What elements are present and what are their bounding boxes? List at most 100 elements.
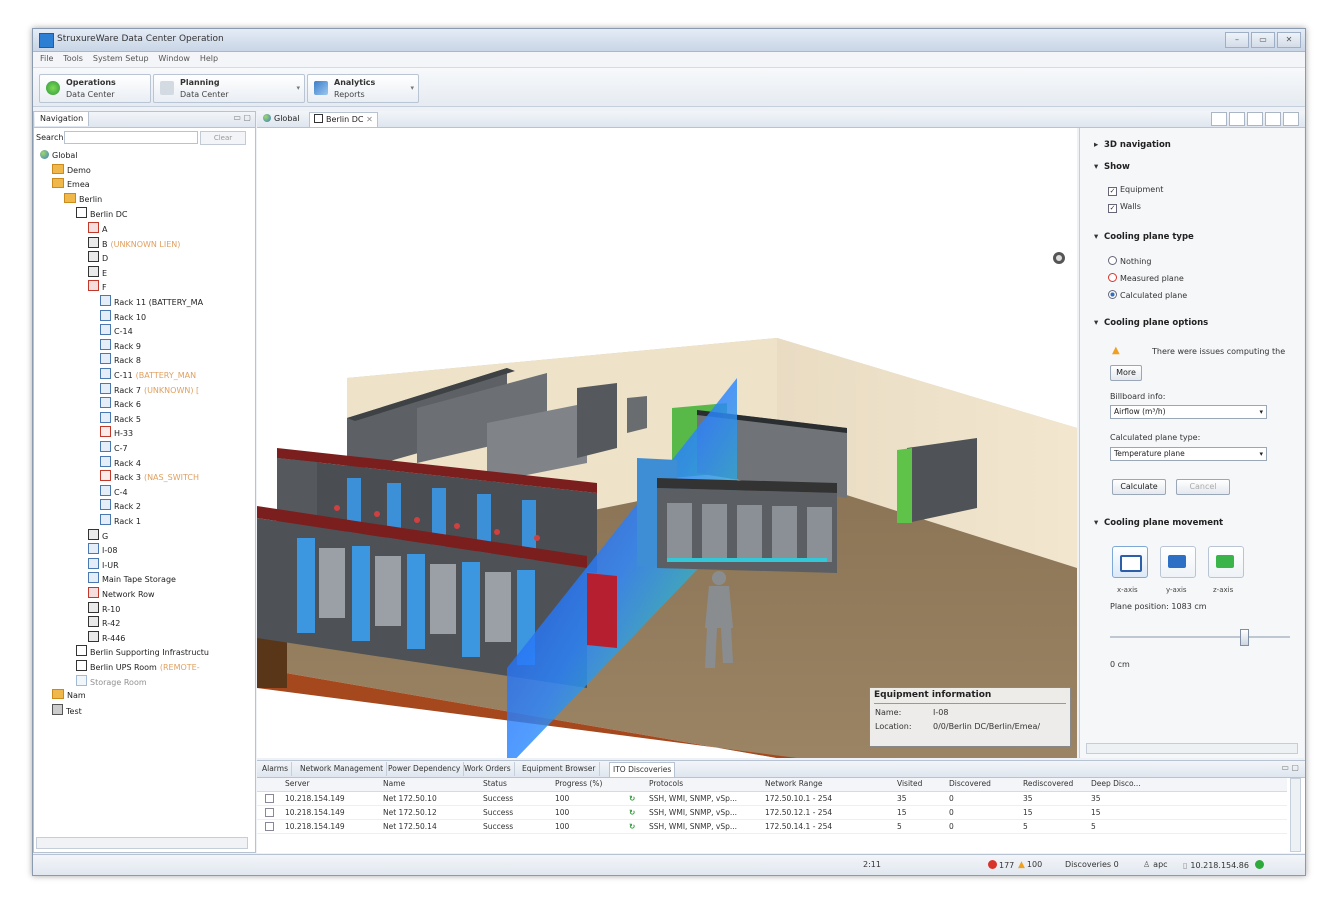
column-header[interactable]: Network Range [765,779,822,788]
tree-item[interactable]: E [88,265,107,279]
tree-item[interactable]: Rack 1 [100,514,141,527]
tree-item[interactable]: Berlin Supporting Infrastructu [76,645,209,658]
plane-position-slider[interactable] [1110,636,1290,638]
tree-item[interactable]: Test [52,703,82,717]
column-header[interactable]: Rediscovered [1023,779,1073,788]
refresh-icon[interactable]: ↻ [629,794,635,803]
tree-item[interactable]: D [88,251,108,264]
horizontal-scrollbar[interactable] [1086,743,1298,754]
calculate-button[interactable]: Calculate [1112,479,1166,495]
tree-item[interactable]: G [88,528,108,542]
checkbox-equipment[interactable]: ✓ Equipment [1108,185,1163,196]
tree-item[interactable]: Berlin UPS Room (REMOTE- [76,660,200,673]
section-show[interactable]: ▾ Show [1094,162,1130,172]
x-axis-button[interactable] [1112,546,1148,578]
radio-nothing[interactable]: Nothing [1108,256,1151,266]
tree-item[interactable]: Rack 9 [100,338,141,352]
column-header[interactable]: Name [383,779,405,788]
tree-item[interactable]: Storage Room [76,674,147,688]
bottom-tab[interactable]: Network Management [297,762,388,776]
column-header[interactable]: Server [285,779,310,788]
table-row[interactable]: 10.218.154.149 Net 172.50.12 Success 100 ↻ SS… [257,806,1287,820]
bottom-tab[interactable]: Power Dependency [385,762,465,776]
toolbar-list-icon[interactable] [1247,112,1263,126]
view-controls-icon[interactable]: ▭ ▢ [233,113,251,122]
table-row[interactable]: 10.218.154.149 Net 172.50.14 Success 100 ↻ SS… [257,820,1287,834]
tree-item[interactable]: F [88,280,107,293]
perspective-planning[interactable]: Planning Data Center ▾ [153,74,305,103]
horizontal-scrollbar[interactable] [36,837,248,849]
checkbox-walls[interactable]: ✓ Walls [1108,202,1141,213]
menu-tools[interactable]: Tools [63,54,83,63]
bottom-tab[interactable]: ITO Discoveries [609,762,676,777]
tab-global[interactable]: Global [259,112,304,126]
tree-item[interactable]: Berlin [64,192,102,206]
tree-item[interactable]: R-446 [88,630,125,644]
toolbar-min-icon[interactable] [1283,112,1299,126]
more-button[interactable]: More [1110,365,1142,381]
column-header[interactable]: Status [483,779,507,788]
tab-navigation[interactable]: Navigation [35,112,90,126]
column-header[interactable]: Protocols [649,779,683,788]
column-header[interactable]: Discovered [949,779,991,788]
menu-system-setup[interactable]: System Setup [93,54,149,63]
tree-item[interactable]: R-10 [88,601,120,615]
panel-controls-icon[interactable]: ▭ ▢ [1281,763,1299,772]
tree-item[interactable]: Nam [52,689,86,702]
tree-item[interactable]: Rack 5 [100,411,141,425]
tree-item[interactable]: Rack 3 (NAS_SWITCH [100,470,199,483]
discoveries-status[interactable]: Discoveries 0 [1065,860,1119,869]
close-icon[interactable]: ✕ [366,115,373,124]
clear-button[interactable]: Clear [200,131,246,145]
chevron-down-icon[interactable]: ▾ [410,84,414,92]
cancel-button[interactable]: Cancel [1176,479,1230,495]
alarm-errors[interactable]: 177 [988,860,1014,870]
tree-item[interactable]: C-4 [100,484,128,498]
maximize-button[interactable]: ▭ [1251,32,1275,48]
3d-view[interactable]: Equipment information Name: I-08 Locatio… [257,128,1077,758]
billboard-select[interactable]: Airflow (m³/h) ▾ [1110,405,1267,419]
section-cooling-plane-movement[interactable]: ▾ Cooling plane movement [1094,518,1223,528]
tree-item[interactable]: Rack 11 (BATTERY_MA [100,295,203,308]
search-input[interactable] [64,131,198,144]
tab-berlin-dc[interactable]: Berlin DC ✕ [309,112,378,127]
minimize-button[interactable]: – [1225,32,1249,48]
tree-item[interactable]: Rack 4 [100,455,141,469]
refresh-icon[interactable]: ↻ [629,808,635,817]
tree-item[interactable]: Emea [52,178,90,191]
section-3d-navigation[interactable]: ▸ 3D navigation [1094,140,1171,150]
tree-item[interactable]: I-UR [88,557,119,571]
section-cooling-plane-options[interactable]: ▾ Cooling plane options [1094,318,1208,328]
bottom-tab[interactable]: Alarms [259,762,292,776]
refresh-icon[interactable]: ↻ [629,822,635,831]
tree-item[interactable]: Main Tape Storage [88,572,176,585]
perspective-operations[interactable]: Operations Data Center [39,74,151,103]
tree-item[interactable]: Berlin DC [76,207,128,220]
column-header[interactable]: Visited [897,779,922,788]
tree-item[interactable]: Global [40,149,78,162]
section-cooling-plane-type[interactable]: ▾ Cooling plane type [1094,232,1194,242]
tree-item[interactable]: C-7 [100,441,128,454]
radio-calculated-plane[interactable]: Calculated plane [1108,290,1187,300]
vertical-scrollbar[interactable] [1290,778,1301,852]
menu-file[interactable]: File [40,54,53,63]
calculated-plane-type-select[interactable]: Temperature plane ▾ [1110,447,1267,461]
tree-item[interactable]: Rack 10 [100,309,146,323]
radio-measured-plane[interactable]: Measured plane [1108,273,1184,283]
alarm-warnings[interactable]: ▲ 100 [1018,860,1042,870]
y-axis-button[interactable] [1160,546,1196,578]
toolbar-3d-icon[interactable] [1265,112,1281,126]
tree-item[interactable]: R-42 [88,616,120,629]
menu-window[interactable]: Window [158,54,190,63]
tree-item[interactable]: B (UNKNOWN LIEN) [88,236,180,250]
row-checkbox[interactable] [265,794,274,803]
table-row[interactable]: 10.218.154.149 Net 172.50.10 Success 100 ↻ SS… [257,792,1287,806]
tree-item[interactable]: Rack 2 [100,499,141,512]
tree-item[interactable]: Network Row [88,587,155,600]
bottom-tab[interactable]: Equipment Browser [519,762,600,776]
row-checkbox[interactable] [265,822,274,831]
tree-item[interactable]: Demo [52,163,91,177]
perspective-analytics[interactable]: Analytics Reports ▾ [307,74,419,103]
tree-item[interactable]: A [88,222,107,235]
tree-item[interactable]: H-33 [100,426,133,439]
